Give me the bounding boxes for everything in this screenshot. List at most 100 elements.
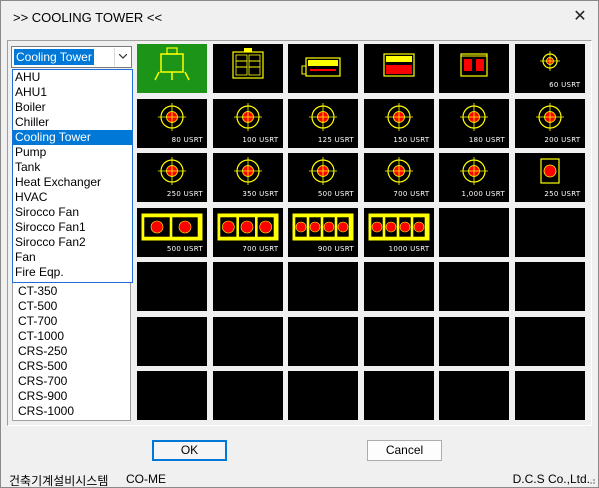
list-item[interactable]: CRS-250 bbox=[13, 344, 130, 359]
list-item[interactable]: CRS-500 bbox=[13, 359, 130, 374]
symbol-capacity-label: 900 USRT bbox=[317, 244, 354, 253]
symbol-capacity-label: 500 USRT bbox=[166, 244, 203, 253]
equipment-type-combo[interactable]: Cooling Tower bbox=[11, 46, 132, 68]
symbol-cell[interactable] bbox=[363, 262, 434, 311]
symbol-cell[interactable] bbox=[288, 262, 358, 311]
dropdown-item[interactable]: Cooling Tower bbox=[13, 130, 132, 145]
symbol-cell[interactable] bbox=[212, 371, 283, 420]
title-bar[interactable]: >> COOLING TOWER << ✕ bbox=[1, 1, 598, 33]
symbol-capacity-label: 100 USRT bbox=[242, 135, 279, 144]
dropdown-item[interactable]: HVAC bbox=[13, 190, 132, 205]
symbol-capacity-label: 500 USRT bbox=[317, 190, 354, 198]
symbol-cell[interactable] bbox=[212, 262, 283, 311]
dropdown-item[interactable]: Fan bbox=[13, 250, 132, 265]
symbol-capacity-label: 125 USRT bbox=[317, 135, 354, 144]
cooling-tower-front-icon bbox=[231, 48, 264, 79]
chevron-down-icon[interactable] bbox=[114, 48, 130, 66]
symbol-capacity-label: 700 USRT bbox=[242, 244, 279, 253]
combo-selected-value: Cooling Tower bbox=[14, 49, 94, 65]
cooling-tower-dialog: >> COOLING TOWER << ✕ CT-350 CT-500 CT-700… bbox=[0, 0, 599, 488]
list-item[interactable]: CT-350 bbox=[13, 284, 130, 299]
ok-button[interactable]: OK bbox=[152, 440, 227, 461]
symbol-cell[interactable] bbox=[288, 44, 358, 93]
symbol-cell[interactable]: 125 USRT bbox=[288, 98, 358, 148]
symbol-cell[interactable]: 1000 USRT bbox=[363, 207, 434, 257]
cooling-tower-side-icon bbox=[301, 57, 341, 77]
close-icon[interactable]: ✕ bbox=[570, 7, 590, 27]
symbol-cell[interactable] bbox=[439, 316, 509, 366]
list-item[interactable]: CT-1000 bbox=[13, 329, 130, 344]
symbol-capacity-label: 150 USRT bbox=[393, 135, 430, 144]
list-item[interactable]: CRS-900 bbox=[13, 389, 130, 404]
dropdown-item[interactable]: Boiler bbox=[13, 100, 132, 115]
list-items: CT-350 CT-500 CT-700 CT-1000 CRS-250 CRS-500 C… bbox=[13, 284, 130, 419]
symbol-cell[interactable]: 150 USRT bbox=[363, 98, 434, 148]
symbol-capacity-label: 180 USRT bbox=[468, 135, 505, 144]
dropdown-item[interactable]: Tank bbox=[13, 160, 132, 175]
symbol-cell[interactable] bbox=[212, 44, 283, 93]
dropdown-item[interactable]: Sirocco Fan2 bbox=[13, 235, 132, 250]
symbol-cell[interactable]: 700 USRT bbox=[212, 207, 283, 257]
symbol-cell[interactable] bbox=[363, 371, 434, 420]
symbol-cell[interactable]: 500 USRT bbox=[137, 207, 207, 257]
symbol-capacity-label: 200 USRT bbox=[544, 135, 581, 144]
symbol-cell[interactable] bbox=[514, 262, 585, 311]
list-item[interactable]: CRS-700 bbox=[13, 374, 130, 389]
dropdown-item[interactable]: Pump bbox=[13, 145, 132, 160]
symbol-cell[interactable] bbox=[137, 371, 207, 420]
dropdown-item[interactable]: AHU bbox=[13, 70, 132, 85]
list-item[interactable]: CRS-1000 bbox=[13, 404, 130, 419]
symbol-capacity-label: 250 USRT bbox=[544, 190, 581, 198]
symbol-cell[interactable] bbox=[363, 316, 434, 366]
symbol-cell[interactable]: 1,000 USRT bbox=[439, 153, 509, 202]
symbol-cell[interactable]: 500 USRT bbox=[288, 153, 358, 202]
dropdown-item[interactable]: Sirocco Fan bbox=[13, 205, 132, 220]
symbol-capacity-label: 700 USRT bbox=[393, 190, 430, 198]
dropdown-item[interactable]: Heat Exchanger bbox=[13, 175, 132, 190]
symbol-capacity-label: 1,000 USRT bbox=[461, 190, 505, 198]
symbol-cell[interactable]: 80 USRT bbox=[137, 98, 207, 148]
cooling-tower-box-icon bbox=[382, 53, 415, 77]
dropdown-item[interactable]: AHU1 bbox=[13, 85, 132, 100]
cooling-tower-top-icon bbox=[154, 47, 190, 81]
status-module: CO-ME bbox=[126, 472, 166, 486]
symbol-cell[interactable]: 250 USRT bbox=[514, 153, 585, 202]
symbol-cell[interactable] bbox=[439, 207, 509, 257]
symbol-cell[interactable] bbox=[288, 316, 358, 366]
symbol-cell[interactable] bbox=[212, 316, 283, 366]
symbol-cell[interactable]: 350 USRT bbox=[212, 153, 283, 202]
symbol-capacity-label: 1000 USRT bbox=[388, 244, 430, 253]
symbol-cell[interactable]: 900 USRT bbox=[288, 207, 358, 257]
symbol-cell[interactable]: 180 USRT bbox=[439, 98, 509, 148]
list-item[interactable]: CT-700 bbox=[13, 314, 130, 329]
symbol-cell[interactable]: 250 USRT bbox=[137, 153, 207, 202]
status-system-name: 건축기계설비시스템 bbox=[9, 474, 109, 488]
equipment-type-dropdown[interactable]: AHU AHU1 Boiler Chiller Cooling Tower Pump Tan… bbox=[12, 69, 133, 283]
dropdown-item[interactable]: Chiller bbox=[13, 115, 132, 130]
cooling-tower-unit-icon bbox=[460, 53, 488, 77]
resize-grip-icon[interactable] bbox=[586, 475, 596, 485]
status-company: D.C.S Co.,Ltd. bbox=[512, 472, 590, 486]
symbol-cell[interactable] bbox=[363, 44, 434, 93]
symbol-cell[interactable]: 200 USRT bbox=[514, 98, 585, 148]
symbol-cell[interactable] bbox=[137, 262, 207, 311]
dropdown-item[interactable]: Fire Eqp. bbox=[13, 265, 132, 280]
symbol-cell[interactable] bbox=[514, 316, 585, 366]
symbol-cell[interactable] bbox=[439, 262, 509, 311]
symbol-cell[interactable] bbox=[514, 207, 585, 257]
symbol-cell[interactable] bbox=[137, 44, 207, 93]
list-item[interactable]: CT-500 bbox=[13, 299, 130, 314]
symbol-cell[interactable]: 60 USRT bbox=[514, 44, 585, 93]
symbol-capacity-label: 250 USRT bbox=[166, 190, 203, 198]
symbol-cell[interactable]: 100 USRT bbox=[212, 98, 283, 148]
symbol-cell[interactable]: 700 USRT bbox=[363, 153, 434, 202]
symbol-cell[interactable] bbox=[439, 44, 509, 93]
symbol-capacity-label: 60 USRT bbox=[549, 81, 581, 89]
symbol-cell[interactable] bbox=[288, 371, 358, 420]
symbol-cell[interactable] bbox=[439, 371, 509, 420]
dropdown-item[interactable]: Sirocco Fan1 bbox=[13, 220, 132, 235]
symbol-cell[interactable] bbox=[137, 316, 207, 366]
symbol-cell[interactable] bbox=[514, 371, 585, 420]
window-title: >> COOLING TOWER << bbox=[13, 10, 163, 25]
cancel-button[interactable]: Cancel bbox=[367, 440, 442, 461]
